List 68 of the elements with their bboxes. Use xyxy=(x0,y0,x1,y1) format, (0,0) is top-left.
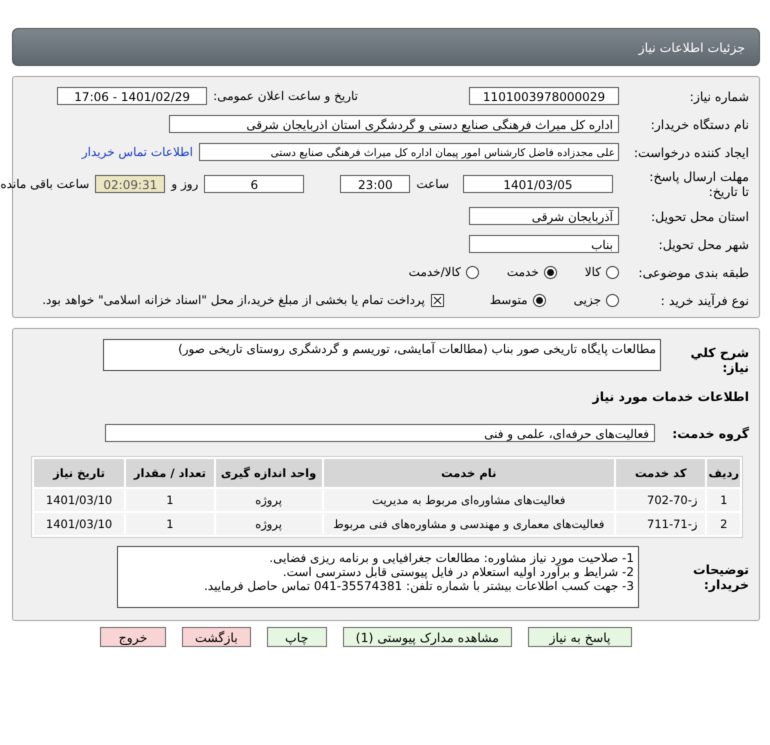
field-label: ساعت xyxy=(416,177,449,191)
radio-button[interactable] xyxy=(544,266,557,278)
field-label: ایجاد کننده درخواست: xyxy=(632,144,749,160)
field-label: توضیحات خریدار: xyxy=(692,562,749,592)
table-cell: 1 xyxy=(707,489,740,511)
table-cell: ز-70-702 xyxy=(616,489,706,511)
table-cell: فعالیت‌های معماری و مهندسی و مشاوره‌های فنی مربوط xyxy=(324,513,614,535)
option-label: متوسط xyxy=(490,293,528,307)
remaining-time-field: 02:09:31 xyxy=(95,175,166,193)
table-cell: ز-71-711 xyxy=(616,513,706,535)
option-label: کالا xyxy=(584,265,601,279)
option-label: جزیی xyxy=(574,293,601,307)
requester-field: علی مجدزاده فاضل کارشناس امور پیمان اداره کل میراث فرهنگی صنایع دستی xyxy=(199,143,619,161)
note-line: 3- جهت کسب اطلاعات بیشتر با شماره تلفن: 35574381-041 تماس حاصل فرمایید. xyxy=(202,579,634,593)
note-line: 2- شرایط و برآورد اولیه استعلام در فایل پیوستی قابل دسترسی است. xyxy=(282,565,634,579)
action-button[interactable]: پاسخ به نیاز xyxy=(528,627,632,647)
summary-box: مطالعات پایگاه تاریخی صور بناب (مطالعات آمایشی، توریسم و گردشگری روستای تاریخی صور) xyxy=(103,339,661,371)
field-label: گروه خدمت: xyxy=(671,426,749,440)
field-label: تاریخ و ساعت اعلان عمومی: xyxy=(213,89,358,103)
city-field: بناب xyxy=(469,235,619,253)
radio-button[interactable] xyxy=(466,266,479,278)
deadline-time-field: 23:00 xyxy=(340,175,410,193)
table-cell: 2 xyxy=(707,513,740,535)
field-label: نام دستگاه خریدار: xyxy=(650,116,749,132)
column-header: واحد اندازه گیری xyxy=(216,459,322,487)
table-cell: 1 xyxy=(126,513,214,535)
field-label: مهلت ارسال پاسخ: تا تاریخ: xyxy=(648,169,749,199)
table-cell: پروژه xyxy=(216,513,322,535)
column-header: کد خدمت xyxy=(616,459,706,487)
action-button[interactable]: چاپ xyxy=(266,627,327,647)
field-label: شهر محل تحویل: xyxy=(658,236,749,252)
service-group-field: فعالیت‌های حرفه‌ای، علمی و فنی xyxy=(105,424,655,442)
column-header: تاریخ نیاز xyxy=(34,459,124,487)
buyer-contact-link[interactable]: اطلاعات تماس خریدار xyxy=(82,145,193,159)
field-label: شماره نیاز: xyxy=(688,88,749,104)
table-cell: 1 xyxy=(126,489,214,511)
radio-button[interactable] xyxy=(606,294,619,306)
field-label: ساعت باقی مانده xyxy=(0,177,90,191)
note-line: 1- صلاحیت مورد نیاز مشاوره: مطالعات جغرافیایی و برنامه ریزی فضایی. xyxy=(268,551,634,565)
radio-button[interactable] xyxy=(606,266,619,278)
table-cell: فعالیت‌های مشاوره‌ای مربوط به مدیریت xyxy=(324,489,614,511)
payment-note: پرداخت تمام یا بخشی از مبلغ خرید،از محل "اسناد خزانه اسلامی" خواهد بود. xyxy=(42,293,425,307)
field-label: شرح کلي نياز: xyxy=(690,344,749,375)
table-cell: 1401/03/10 xyxy=(34,513,124,535)
column-header: تعداد / مقدار xyxy=(126,459,214,487)
option-label: خدمت xyxy=(506,265,539,279)
field-label: نوع فرآیند خرید : xyxy=(660,292,749,308)
radio-button[interactable] xyxy=(532,294,546,306)
exit-button[interactable]: بازگشت xyxy=(182,627,251,647)
table-cell: پروژه xyxy=(216,489,322,511)
page-title: جزئیات اطلاعات نیاز xyxy=(638,40,745,54)
province-field: آذربایجان شرقی xyxy=(469,207,619,225)
field-label: طبقه بندی موضوعی: xyxy=(637,264,749,280)
need-number-field: 1101003978000029 xyxy=(469,87,619,105)
field-label: استان محل تحویل: xyxy=(650,208,749,224)
deadline-date-field: 1401/03/05 xyxy=(463,175,613,193)
field-label: روز و xyxy=(171,177,198,191)
days-field: 6 xyxy=(204,175,304,193)
section-title: اطلاعات خدمات مورد نیاز xyxy=(591,388,749,406)
exit-button[interactable]: خروج xyxy=(100,627,166,647)
option-label: کالا/خدمت xyxy=(408,265,461,279)
table-cell: 1401/03/10 xyxy=(34,489,124,511)
column-header: نام خدمت xyxy=(324,459,614,487)
action-button[interactable]: مشاهده مدارک پیوستی (1) xyxy=(342,627,512,647)
checkbox[interactable] xyxy=(430,294,444,306)
column-header: ردیف xyxy=(707,459,740,487)
announce-date-field: 1401/02/29 - 17:06 xyxy=(57,87,208,105)
buyer-field: اداره کل میراث فرهنگی صنایع دستی و گردشگری استان اذربایجان شرقی xyxy=(169,115,619,133)
